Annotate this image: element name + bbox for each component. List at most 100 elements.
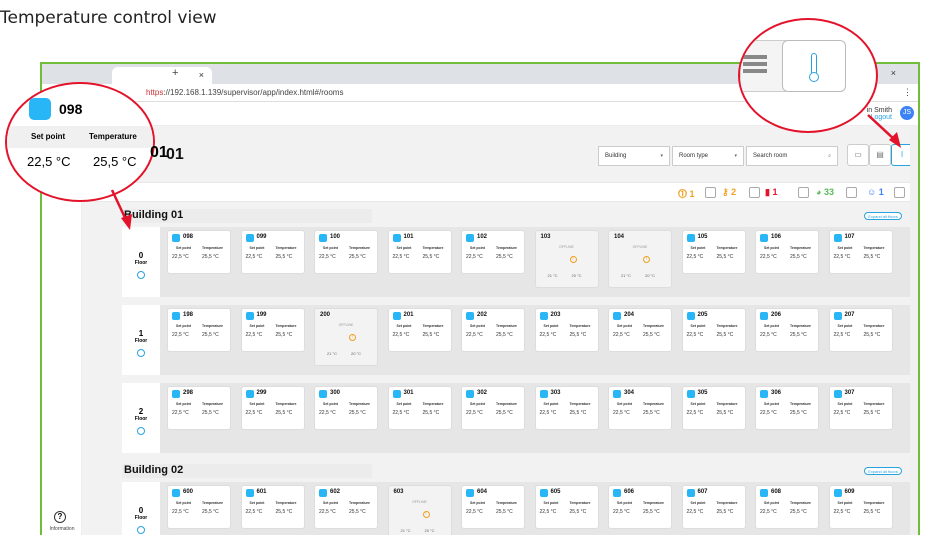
room-number: 101	[403, 234, 414, 240]
set-point-value: 22,5 °C	[686, 410, 704, 416]
room-card[interactable]: 299 Set point Temperature 22,5 °C 25,5 °C	[240, 386, 305, 430]
room-number: 608	[771, 489, 782, 495]
room-card[interactable]: 607 Set point Temperature 22,5 °C 25,5 °C	[681, 485, 746, 529]
search-input[interactable]: Search room ⌕	[746, 146, 838, 166]
expand-floors-button[interactable]: Expand all floors	[864, 212, 902, 220]
room-card[interactable]: 099 Set point Temperature 22,5 °C 25,5 °C	[240, 230, 305, 274]
info-icon[interactable]: ?	[54, 511, 66, 523]
building-select[interactable]: Building ▾	[598, 146, 670, 166]
set-point-value: 22,5 °C	[613, 509, 630, 515]
room-card[interactable]: 205 Set point Temperature 22,5 °C 25,5 °C	[681, 308, 746, 352]
set-point-label: Set point	[176, 402, 191, 406]
room-card[interactable]: 103 OFFLINE! 21 °C 20 °C	[534, 230, 599, 288]
battery-filter[interactable]: ▮ 1	[765, 187, 777, 198]
temperature-label: Temperature	[790, 501, 811, 505]
room-type-select[interactable]: Room type ▾	[672, 146, 744, 166]
alarm-filter[interactable]: ⓵ 1	[678, 187, 695, 200]
room-card[interactable]: 201 Set point Temperature 22,5 °C 25,5 °C	[387, 308, 452, 352]
room-card[interactable]: 603 OFFLINE! 21 °C 20 °C	[387, 485, 452, 535]
occupied-filter[interactable]: ☺ 1	[867, 187, 884, 197]
room-card[interactable]: 102 Set point Temperature 22,5 °C 25,5 °C	[461, 230, 525, 274]
tab-close-icon[interactable]: ×	[199, 70, 204, 80]
room-status-icon	[392, 390, 401, 398]
set-point-value: 22,5 °C	[686, 254, 704, 260]
room-card[interactable]: 301 Set point Temperature 22,5 °C 25,5 °C	[387, 386, 452, 430]
room-status-icon	[760, 390, 768, 398]
room-card[interactable]: 305 Set point Temperature 22,5 °C 25,5 °C	[681, 386, 746, 430]
room-card[interactable]: 604 Set point Temperature 22,5 °C 25,5 °C	[461, 485, 525, 529]
room-status-icon	[245, 312, 254, 320]
room-card[interactable]: 608 Set point Temperature 22,5 °C 25,5 °C	[755, 485, 819, 529]
room-status-icon	[760, 234, 768, 242]
browser-tab[interactable]: ×	[112, 67, 212, 84]
room-card[interactable]: 202 Set point Temperature 22,5 °C 25,5 °C	[461, 308, 525, 352]
room-card[interactable]: 199 Set point Temperature 22,5 °C 25,5 °C	[240, 308, 305, 352]
room-card[interactable]: 198 Set point Temperature 22,5 °C 25,5 °C	[167, 308, 231, 352]
logout-link[interactable]: Logout	[867, 114, 892, 121]
expand-floors-button[interactable]: Expand all floors	[864, 467, 902, 475]
room-card[interactable]: 104 OFFLINE! 21 °C 20 °C	[608, 230, 672, 288]
building-select-label: Building	[605, 153, 627, 159]
floor-expand-icon[interactable]	[137, 271, 145, 279]
set-point-value: 22,5 °C	[833, 254, 851, 260]
list-view-button[interactable]: ▤	[869, 144, 891, 166]
room-card[interactable]: 207 Set point Temperature 22,5 °C 25,5 °C	[828, 308, 893, 352]
page-title: 01	[166, 146, 184, 163]
comfort-filter-checkbox[interactable]	[846, 187, 857, 198]
room-card[interactable]: 101 Set point Temperature 22,5 °C 25,5 °C	[387, 230, 452, 274]
room-card[interactable]: 602 Set point Temperature 22,5 °C 25,5 °C	[314, 485, 378, 529]
chevron-down-icon: ▾	[734, 153, 737, 159]
temperature-value: 25,5 °C	[643, 410, 660, 416]
room-card[interactable]: 601 Set point Temperature 22,5 °C 25,5 °C	[240, 485, 305, 529]
room-card[interactable]: 606 Set point Temperature 22,5 °C 25,5 °C	[608, 485, 672, 529]
sidebar-information-label[interactable]: Information	[42, 526, 82, 532]
room-card[interactable]: 206 Set point Temperature 22,5 °C 25,5 °C	[755, 308, 819, 352]
room-card[interactable]: 204 Set point Temperature 22,5 °C 25,5 °C	[608, 308, 672, 352]
battery-count: 1	[772, 187, 778, 197]
occupied-filter-checkbox[interactable]	[894, 187, 905, 198]
floor-expand-icon[interactable]	[137, 349, 145, 357]
room-card[interactable]: 302 Set point Temperature 22,5 °C 25,5 °C	[461, 386, 525, 430]
room-card[interactable]: 303 Set point Temperature 22,5 °C 25,5 °C	[534, 386, 599, 430]
comfort-filter[interactable]: ◕ 33	[816, 187, 834, 197]
temperature-label: Temperature	[422, 324, 444, 328]
floor-expand-icon[interactable]	[137, 427, 145, 435]
room-number: 600	[183, 489, 194, 495]
room-card[interactable]: 203 Set point Temperature 22,5 °C 25,5 °C	[534, 308, 599, 352]
battery-filter-checkbox[interactable]	[798, 187, 809, 198]
key-filter[interactable]: ⚷ 2	[722, 187, 736, 198]
room-card[interactable]: 304 Set point Temperature 22,5 °C 25,5 °C	[608, 386, 672, 430]
room-card[interactable]: 098 Set point Temperature 22,5 °C 25,5 °C	[167, 230, 231, 274]
temperature-label: Temperature	[202, 246, 223, 250]
room-card[interactable]: 100 Set point Temperature 22,5 °C 25,5 °C	[314, 230, 378, 274]
temperature-label: Temperature	[863, 402, 885, 406]
alarm-filter-checkbox[interactable]	[705, 187, 716, 198]
set-point-value: 22,5 °C	[245, 332, 263, 338]
temperature-label: Temperature	[275, 324, 297, 328]
temperature-label: Temperature	[349, 246, 370, 250]
grid-view-button[interactable]: ▭	[847, 144, 869, 166]
scrollbar[interactable]	[910, 126, 918, 535]
room-card[interactable]: 605 Set point Temperature 22,5 °C 25,5 °C	[534, 485, 599, 529]
room-card[interactable]: 200 OFFLINE! 21 °C 20 °C	[314, 308, 378, 366]
room-number: 306	[771, 390, 782, 396]
avatar[interactable]: JS	[900, 106, 914, 120]
browser-menu-icon[interactable]: ⋮	[903, 87, 912, 98]
temperature-value: 25,5 °C	[275, 509, 293, 515]
room-card[interactable]: 306 Set point Temperature 22,5 °C 25,5 °C	[755, 386, 819, 430]
room-card[interactable]: 300 Set point Temperature 22,5 °C 25,5 °C	[314, 386, 378, 430]
room-card[interactable]: 600 Set point Temperature 22,5 °C 25,5 °C	[167, 485, 231, 529]
offline-value-a: 21 °C	[327, 351, 338, 356]
room-card[interactable]: 298 Set point Temperature 22,5 °C 25,5 °C	[167, 386, 231, 430]
room-card[interactable]: 307 Set point Temperature 22,5 °C 25,5 °C	[828, 386, 893, 430]
new-tab-button[interactable]: +	[172, 67, 178, 79]
room-card[interactable]: 106 Set point Temperature 22,5 °C 25,5 °C	[755, 230, 819, 274]
zoom-temperature-view-button	[782, 40, 846, 92]
room-card[interactable]: 609 Set point Temperature 22,5 °C 25,5 °C	[828, 485, 893, 529]
temperature-label: Temperature	[275, 246, 297, 250]
floor-expand-icon[interactable]	[137, 526, 145, 534]
room-card[interactable]: 107 Set point Temperature 22,5 °C 25,5 °C	[828, 230, 893, 274]
room-card[interactable]: 105 Set point Temperature 22,5 °C 25,5 °C	[681, 230, 746, 274]
key-filter-checkbox[interactable]	[749, 187, 760, 198]
set-point-label: Set point	[837, 246, 853, 250]
